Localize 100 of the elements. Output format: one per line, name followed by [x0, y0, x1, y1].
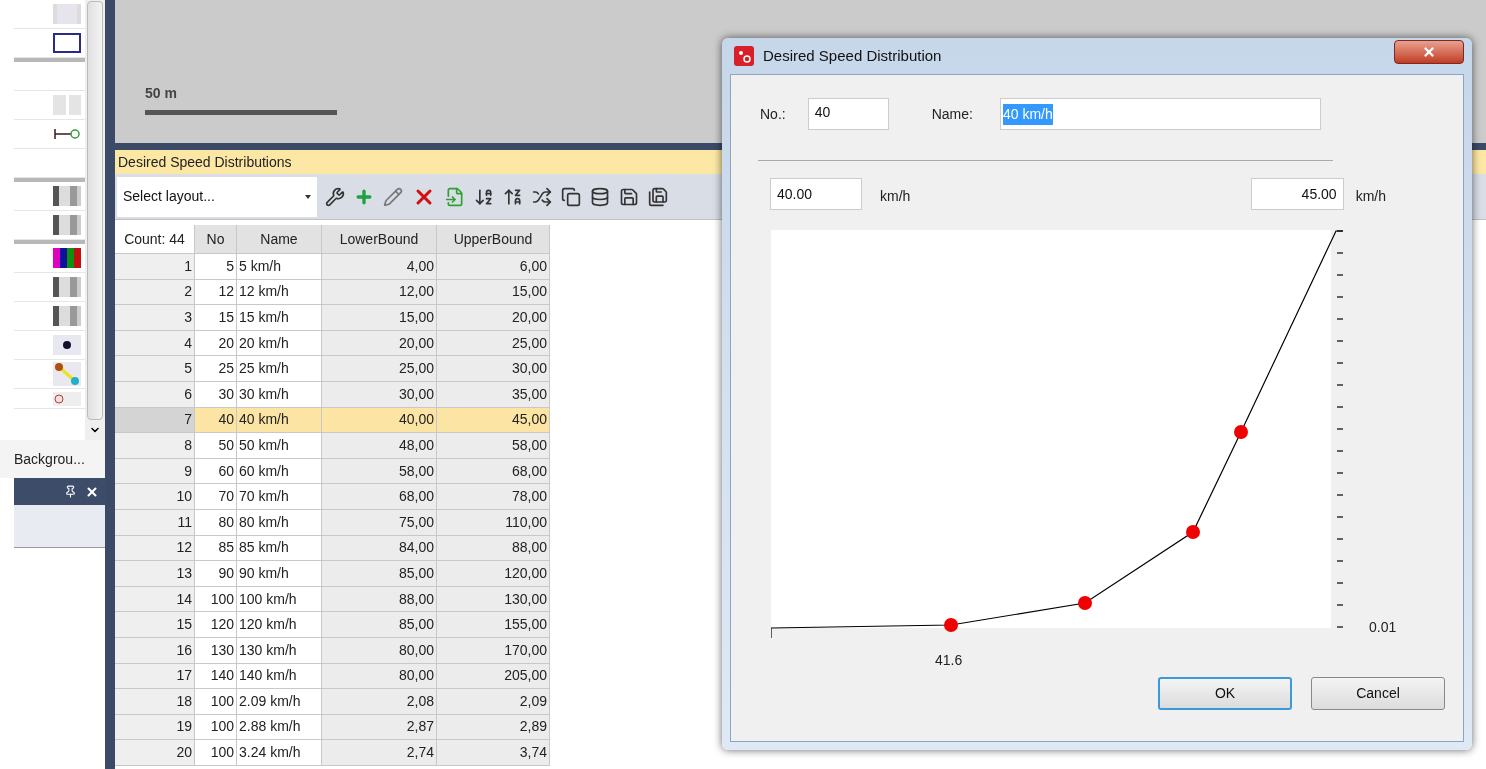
- table-cell: 110,00: [437, 509, 550, 536]
- color-bars-icon: [53, 248, 81, 268]
- curve-point[interactable]: [1186, 525, 1200, 539]
- dialog-button[interactable]: OK: [1158, 677, 1292, 710]
- table-row[interactable]: 2 12 12 km/h 12,00 15,00: [115, 279, 550, 306]
- save-icon[interactable]: [619, 186, 639, 207]
- column-header[interactable]: UpperBound: [437, 225, 550, 254]
- table-cell: 100: [195, 714, 237, 741]
- table-cell: 15 km/h: [237, 305, 322, 331]
- x-axis-label: 41.6: [935, 651, 963, 670]
- table-row[interactable]: 14 100 100 km/h 88,00 130,00: [115, 586, 550, 613]
- table-cell: 12,00: [322, 279, 437, 306]
- table-cell: 120 km/h: [237, 612, 322, 638]
- table-cell: 9: [115, 458, 195, 485]
- table-cell: 2: [115, 279, 195, 306]
- close-icon[interactable]: [85, 484, 99, 499]
- table-row[interactable]: 5 25 25 km/h 25,00 30,00: [115, 356, 550, 382]
- table-cell: 30,00: [322, 381, 437, 408]
- table-cell: 85,00: [322, 561, 437, 587]
- table-cell: 100: [195, 586, 237, 613]
- table-row[interactable]: 8 50 50 km/h 48,00 58,00: [115, 433, 550, 459]
- table-cell: 30: [195, 381, 237, 408]
- unit-label: km/h: [1355, 186, 1386, 206]
- table-row[interactable]: 18 100 2.09 km/h 2,08 2,09: [115, 689, 550, 715]
- table-cell: 3: [115, 305, 195, 331]
- curve-point[interactable]: [1234, 425, 1248, 439]
- table-cell: 6: [115, 381, 195, 408]
- table-cell: 60: [195, 458, 237, 485]
- table-cell: 5: [195, 254, 237, 280]
- column-header[interactable]: No: [195, 225, 237, 254]
- table-row[interactable]: 10 70 70 km/h 68,00 78,00: [115, 484, 550, 510]
- table-row[interactable]: 3 15 15 km/h 15,00 20,00: [115, 305, 550, 331]
- shuffle-icon[interactable]: [532, 186, 552, 207]
- table-cell: 6,00: [437, 254, 550, 280]
- table-row[interactable]: 7 40 40 km/h 40,00 45,00: [115, 407, 550, 434]
- table-cell: 2,89: [437, 714, 550, 741]
- wrench-icon[interactable]: [325, 186, 345, 207]
- close-button[interactable]: [1394, 40, 1464, 64]
- number-field[interactable]: 40: [807, 98, 889, 130]
- table-cell: 70: [195, 484, 237, 510]
- table-cell: 88,00: [322, 586, 437, 613]
- window-title: Desired Speed Distribution: [763, 45, 942, 66]
- database-icon[interactable]: [590, 186, 610, 207]
- app-icon: [734, 46, 754, 66]
- scrollbar[interactable]: [85, 0, 105, 440]
- table-row[interactable]: 4 20 20 km/h 20,00 25,00: [115, 330, 550, 357]
- upper-bound-field[interactable]: 45.00: [1250, 178, 1344, 210]
- table-cell: 85: [195, 535, 237, 562]
- column-header[interactable]: LowerBound: [322, 225, 437, 254]
- table-cell: 80 km/h: [237, 509, 322, 536]
- close-icon[interactable]: [1422, 45, 1436, 59]
- table-cell: 85,00: [322, 612, 437, 638]
- pattern-icon: [53, 4, 81, 24]
- table-cell: 130: [195, 637, 237, 664]
- table-cell: 84,00: [322, 535, 437, 562]
- table-row[interactable]: 9 60 60 km/h 58,00 68,00: [115, 458, 550, 485]
- curve-point[interactable]: [944, 618, 958, 632]
- grayscale-icon: [53, 277, 81, 297]
- grayscale-icon: [53, 186, 81, 206]
- table-row[interactable]: 1 5 5 km/h 4,00 6,00: [115, 254, 550, 280]
- table-cell: 15: [195, 305, 237, 331]
- name-label: Name:: [931, 104, 973, 124]
- table-row[interactable]: 6 30 30 km/h 30,00 35,00: [115, 381, 550, 408]
- table-row[interactable]: 16 130 130 km/h 80,00 170,00: [115, 637, 550, 664]
- table-cell: 100: [195, 689, 237, 715]
- table-row[interactable]: 20 100 3.24 km/h 2,74 3,74: [115, 740, 550, 766]
- table-cell: 3,74: [437, 740, 550, 766]
- save-as-icon[interactable]: [648, 186, 668, 207]
- curve-point[interactable]: [1078, 596, 1092, 610]
- table-row[interactable]: 17 140 140 km/h 80,00 205,00: [115, 663, 550, 690]
- lower-bound-field[interactable]: 40.00: [770, 178, 862, 210]
- table-cell: 30,00: [437, 356, 550, 382]
- table-row[interactable]: 11 80 80 km/h 75,00 110,00: [115, 509, 550, 536]
- table-cell: 15: [115, 612, 195, 638]
- column-header[interactable]: Name: [237, 225, 322, 254]
- table-cell: 80,00: [322, 637, 437, 664]
- table-cell: 2,87: [322, 714, 437, 741]
- pin-icon[interactable]: [64, 485, 77, 498]
- column-header[interactable]: Count: 44: [115, 225, 195, 254]
- table-cell: 48,00: [322, 433, 437, 459]
- table-cell: 100: [195, 740, 237, 766]
- table-row[interactable]: 12 85 85 km/h 84,00 88,00: [115, 535, 550, 562]
- table-cell: 3.24 km/h: [237, 740, 322, 766]
- table-cell: 88,00: [437, 535, 550, 562]
- layout-select[interactable]: Select layout...: [117, 176, 317, 217]
- dialog-button[interactable]: Cancel: [1311, 677, 1445, 710]
- pattern-icon: [53, 95, 81, 115]
- table-row[interactable]: 15 120 120 km/h 85,00 155,00: [115, 612, 550, 638]
- table-cell: 68,00: [437, 458, 550, 485]
- scale-label: 50 m: [145, 84, 178, 103]
- table-cell: 35,00: [437, 381, 550, 408]
- table-row[interactable]: 13 90 90 km/h 85,00 120,00: [115, 561, 550, 587]
- table-row[interactable]: 19 100 2.88 km/h 2,87 2,89: [115, 714, 550, 741]
- pencil-icon[interactable]: [383, 186, 403, 207]
- table-cell: 10: [115, 484, 195, 510]
- copy-icon[interactable]: [561, 186, 581, 207]
- dropdown-caret-icon[interactable]: [305, 194, 311, 199]
- table-cell: 4: [115, 330, 195, 357]
- table-cell: 2,09: [437, 689, 550, 715]
- table-cell: 2,08: [322, 689, 437, 715]
